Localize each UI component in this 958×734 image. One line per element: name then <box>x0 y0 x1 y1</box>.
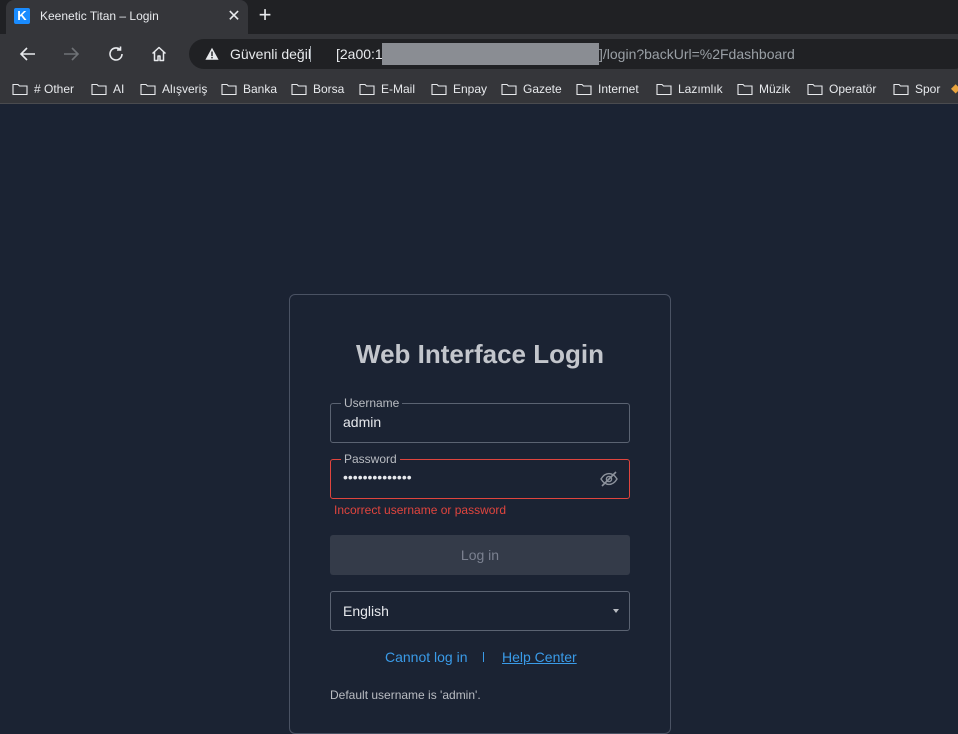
username-input[interactable]: admin <box>343 414 381 430</box>
password-field[interactable]: Password •••••••••••••• <box>330 451 630 499</box>
help-links: Cannot log in Help Center <box>290 649 670 669</box>
caret-down-icon <box>613 609 619 613</box>
home-icon <box>151 46 167 62</box>
warning-icon[interactable] <box>205 47 219 61</box>
bookmark-label: Lazımlık <box>678 82 723 96</box>
bookmark-label: Internet <box>598 82 639 96</box>
bookmark-label: Enpay <box>453 82 488 96</box>
security-status[interactable]: Güvenli değil <box>230 46 311 62</box>
folder-icon <box>91 83 107 96</box>
browser-toolbar: Güvenli değil [2a00:1c ]/login?backUrl=%… <box>0 34 958 74</box>
bookmark-label: Banka <box>243 82 278 96</box>
folder-icon <box>737 83 753 96</box>
folder-icon <box>807 83 823 96</box>
bookmark-folder[interactable]: Müzik <box>737 80 790 98</box>
omnibox-divider <box>310 46 311 62</box>
bookmark-label: Müzik <box>759 82 791 96</box>
tab-strip: K Keenetic Titan – Login ✕ + <box>0 0 958 34</box>
bookmark-folder[interactable]: # Other <box>12 80 74 98</box>
home-button[interactable] <box>145 40 173 68</box>
language-select[interactable]: English <box>330 591 630 631</box>
bookmark-label: Spor <box>915 82 941 96</box>
close-tab-icon[interactable]: ✕ <box>224 7 244 27</box>
arrow-right-icon <box>64 47 80 61</box>
password-input[interactable]: •••••••••••••• <box>343 469 412 485</box>
folder-icon <box>221 83 237 96</box>
folder-icon <box>501 83 517 96</box>
default-username-note: Default username is 'admin'. <box>330 688 481 702</box>
bookmark-folder[interactable]: Spor <box>893 80 940 98</box>
folder-icon <box>359 83 375 96</box>
bookmark-folder[interactable]: Internet <box>576 80 639 98</box>
bookmark-folder[interactable]: AI <box>91 80 124 98</box>
bookmark-label: Alışveriş <box>162 82 208 96</box>
bookmark-label: E-Mail <box>381 82 416 96</box>
bookmark-label: Gazete <box>523 82 562 96</box>
login-card: Web Interface Login Username admin Passw… <box>289 294 671 734</box>
folder-icon <box>893 83 909 96</box>
folder-icon <box>140 83 156 96</box>
folder-icon <box>576 83 592 96</box>
bookmark-folder[interactable]: Lazımlık <box>656 80 723 98</box>
cannot-login-link[interactable]: Cannot log in <box>385 649 468 665</box>
login-page: Web Interface Login Username admin Passw… <box>0 105 958 734</box>
bookmarks-bar: # Other AI Alışveriş Banka Borsa E-Mail … <box>0 74 958 104</box>
username-label: Username <box>341 395 403 411</box>
bookmark-label: # Other <box>34 82 75 96</box>
username-field[interactable]: Username admin <box>330 395 630 443</box>
bookmark-label: Operatör <box>829 82 877 96</box>
help-center-link[interactable]: Help Center <box>502 649 577 665</box>
language-value: English <box>343 603 389 619</box>
tab-title: Keenetic Titan – Login <box>40 9 159 23</box>
eye-off-icon[interactable] <box>599 470 619 488</box>
bookmark-label: Borsa <box>313 82 345 96</box>
login-button[interactable]: Log in <box>330 535 630 575</box>
bookmark-folder[interactable]: Operatör <box>807 80 876 98</box>
reload-icon <box>109 46 123 61</box>
folder-icon <box>431 83 447 96</box>
bookmark-folder[interactable]: Borsa <box>291 80 344 98</box>
bookmark-folder[interactable]: Banka <box>221 80 277 98</box>
password-label: Password <box>341 451 400 467</box>
folder-icon <box>656 83 672 96</box>
back-button[interactable] <box>14 40 42 68</box>
login-error-message: Incorrect username or password <box>334 503 507 517</box>
bookmark-folder[interactable]: Alışveriş <box>140 80 207 98</box>
new-tab-icon[interactable]: + <box>254 4 276 27</box>
url-redaction <box>382 43 599 65</box>
browser-tab[interactable]: K Keenetic Titan – Login ✕ <box>6 0 248 34</box>
bookmark-folder[interactable]: Gazete <box>501 80 562 98</box>
links-divider <box>483 652 484 662</box>
page-title: Web Interface Login <box>356 339 604 369</box>
bookmark-folder[interactable]: E-Mail <box>359 80 415 98</box>
folder-icon <box>291 83 307 96</box>
address-bar[interactable]: Güvenli değil [2a00:1c ]/login?backUrl=%… <box>189 39 958 69</box>
arrow-left-icon <box>19 47 35 61</box>
keenetic-favicon-icon: K <box>14 8 30 24</box>
reload-button[interactable] <box>102 40 130 68</box>
url-path: ]/login?backUrl=%2Fdashboard <box>599 46 795 62</box>
forward-button[interactable] <box>57 40 85 68</box>
folder-icon <box>12 83 28 96</box>
bookmark-label: AI <box>113 82 125 96</box>
bookmark-overflow-icon[interactable]: ◆ <box>951 82 958 94</box>
bookmark-folder[interactable]: Enpay <box>431 80 487 98</box>
